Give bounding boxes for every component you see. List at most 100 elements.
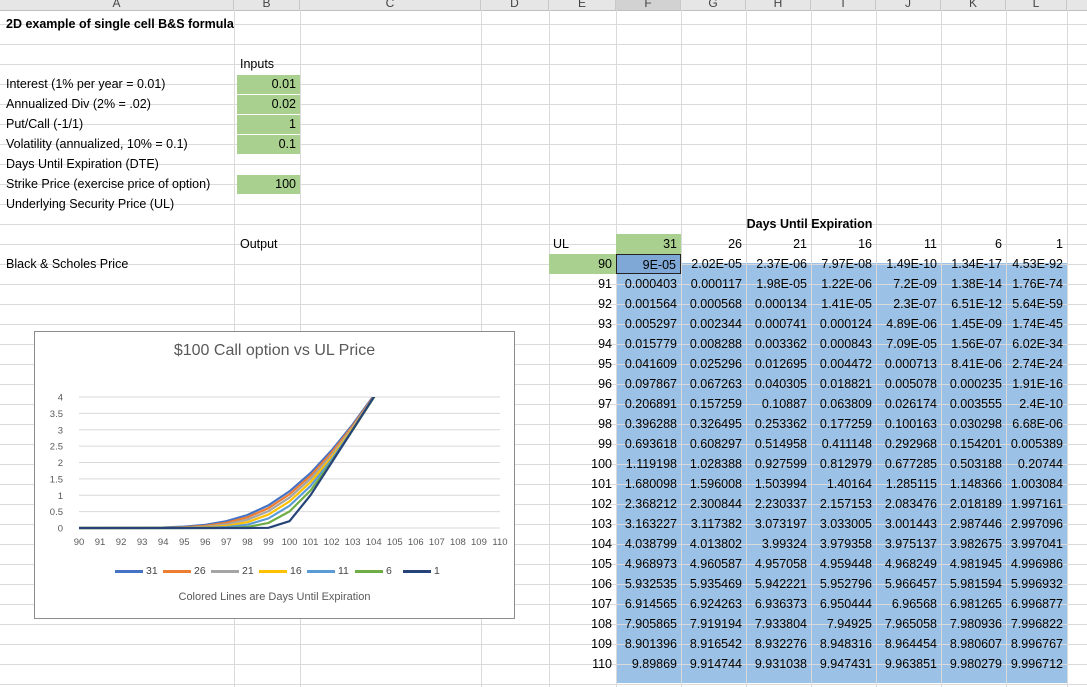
option-price-cell[interactable]: 0.003362: [746, 334, 811, 354]
ul-price-cell[interactable]: 103: [549, 514, 616, 534]
option-price-cell[interactable]: 4.960587: [681, 554, 746, 574]
option-price-cell[interactable]: 0.001564: [616, 294, 681, 314]
column-header-d[interactable]: D: [481, 0, 549, 10]
option-price-cell[interactable]: 3.001443: [876, 514, 941, 534]
ul-price-cell[interactable]: 98: [549, 414, 616, 434]
option-price-cell[interactable]: 7.919194: [681, 614, 746, 634]
option-price-cell[interactable]: 0.000403: [616, 274, 681, 294]
option-price-cell[interactable]: 1.76E-74: [1006, 274, 1067, 294]
option-price-cell[interactable]: 2.02E-05: [681, 254, 746, 274]
option-price-cell[interactable]: 0.004472: [811, 354, 876, 374]
option-price-cell[interactable]: 2.74E-24: [1006, 354, 1067, 374]
option-price-cell[interactable]: 0.005297: [616, 314, 681, 334]
option-price-cell[interactable]: 0.608297: [681, 434, 746, 454]
dte-header-cell[interactable]: 31: [616, 234, 681, 254]
option-price-cell[interactable]: 1.34E-17: [941, 254, 1006, 274]
column-header-g[interactable]: G: [681, 0, 746, 10]
option-price-cell[interactable]: 6.924263: [681, 594, 746, 614]
option-price-cell[interactable]: 8.948316: [811, 634, 876, 654]
input-value-cell[interactable]: 0.1: [237, 135, 300, 154]
option-price-cell[interactable]: 0.154201: [941, 434, 1006, 454]
option-price-cell[interactable]: 7.905865: [616, 614, 681, 634]
option-price-cell[interactable]: 5.64E-59: [1006, 294, 1067, 314]
option-price-cell[interactable]: 6.936373: [746, 594, 811, 614]
column-header-j[interactable]: J: [876, 0, 941, 10]
option-price-cell[interactable]: 2.300844: [681, 494, 746, 514]
option-price-cell[interactable]: 4.968973: [616, 554, 681, 574]
dte-header-cell[interactable]: 26: [681, 234, 746, 254]
ul-price-cell[interactable]: 107: [549, 594, 616, 614]
sheet-title[interactable]: 2D example of single cell B&S formula: [0, 14, 300, 34]
column-header-a[interactable]: A: [0, 0, 234, 10]
option-price-cell[interactable]: 1.119198: [616, 454, 681, 474]
option-price-cell[interactable]: 0.005389: [1006, 434, 1067, 454]
inputs-header[interactable]: Inputs: [234, 54, 300, 74]
option-price-cell[interactable]: 0.411148: [811, 434, 876, 454]
option-price-cell[interactable]: 8.964454: [876, 634, 941, 654]
option-price-cell[interactable]: 5.981594: [941, 574, 1006, 594]
option-price-cell[interactable]: 0.018821: [811, 374, 876, 394]
option-price-cell[interactable]: 0.326495: [681, 414, 746, 434]
option-price-cell[interactable]: 1.680098: [616, 474, 681, 494]
ul-price-cell[interactable]: 97: [549, 394, 616, 414]
option-price-cell[interactable]: 0.041609: [616, 354, 681, 374]
option-price-cell[interactable]: 1.49E-10: [876, 254, 941, 274]
ul-price-cell[interactable]: 100: [549, 454, 616, 474]
input-label[interactable]: Strike Price (exercise price of option): [0, 174, 234, 194]
option-price-cell[interactable]: 7.94925: [811, 614, 876, 634]
option-price-cell[interactable]: 3.117382: [681, 514, 746, 534]
ul-price-cell[interactable]: 108: [549, 614, 616, 634]
dte-header-cell[interactable]: 11: [876, 234, 941, 254]
option-price-cell[interactable]: 0.000568: [681, 294, 746, 314]
option-price-cell[interactable]: 0.677285: [876, 454, 941, 474]
option-price-cell[interactable]: 6.950444: [811, 594, 876, 614]
option-price-cell[interactable]: 1.028388: [681, 454, 746, 474]
ul-price-cell[interactable]: 110: [549, 654, 616, 674]
input-value-cell[interactable]: 100: [237, 175, 300, 194]
option-price-cell[interactable]: 8.901396: [616, 634, 681, 654]
input-label[interactable]: Put/Call (-1/1): [0, 114, 234, 134]
option-price-cell[interactable]: 0.100163: [876, 414, 941, 434]
option-price-cell[interactable]: 4.959448: [811, 554, 876, 574]
option-price-cell[interactable]: 1.74E-45: [1006, 314, 1067, 334]
ul-price-cell[interactable]: 94: [549, 334, 616, 354]
option-price-cell[interactable]: 8.932276: [746, 634, 811, 654]
option-price-cell[interactable]: 1.285115: [876, 474, 941, 494]
output-header[interactable]: Output: [234, 234, 300, 254]
option-price-cell[interactable]: 9.963851: [876, 654, 941, 674]
option-price-cell[interactable]: 6.96568: [876, 594, 941, 614]
option-price-cell[interactable]: 0.514958: [746, 434, 811, 454]
dte-header-cell[interactable]: 1: [1006, 234, 1067, 254]
column-header-k[interactable]: K: [941, 0, 1006, 10]
column-header-h[interactable]: H: [746, 0, 811, 10]
ul-price-cell[interactable]: 95: [549, 354, 616, 374]
option-price-cell[interactable]: 0.000235: [941, 374, 1006, 394]
option-price-cell[interactable]: 9.996712: [1006, 654, 1067, 674]
ul-header[interactable]: UL: [549, 234, 616, 254]
ul-price-cell[interactable]: 93: [549, 314, 616, 334]
input-label[interactable]: Underlying Security Price (UL): [0, 194, 234, 214]
ul-price-cell[interactable]: 106: [549, 574, 616, 594]
option-price-cell[interactable]: 1.997161: [1006, 494, 1067, 514]
option-price-cell[interactable]: 6.914565: [616, 594, 681, 614]
option-price-cell[interactable]: 5.952796: [811, 574, 876, 594]
option-price-cell[interactable]: 0.025296: [681, 354, 746, 374]
column-header-c[interactable]: C: [300, 0, 481, 10]
input-label[interactable]: Annualized Div (2% = .02): [0, 94, 234, 114]
option-price-cell[interactable]: 5.996932: [1006, 574, 1067, 594]
ul-price-cell[interactable]: 99: [549, 434, 616, 454]
option-price-cell[interactable]: 9.89869: [616, 654, 681, 674]
option-price-cell[interactable]: 6.68E-06: [1006, 414, 1067, 434]
ul-price-cell[interactable]: 91: [549, 274, 616, 294]
option-price-cell[interactable]: 6.51E-12: [941, 294, 1006, 314]
option-price-cell[interactable]: 0.026174: [876, 394, 941, 414]
option-price-cell[interactable]: 2.987446: [941, 514, 1006, 534]
ul-price-cell[interactable]: 101: [549, 474, 616, 494]
input-label[interactable]: Days Until Expiration (DTE): [0, 154, 234, 174]
dte-header-cell[interactable]: 21: [746, 234, 811, 254]
input-value-cell[interactable]: 1: [237, 115, 300, 134]
input-label[interactable]: Interest (1% per year = 0.01): [0, 74, 234, 94]
column-header-e[interactable]: E: [549, 0, 616, 10]
option-price-cell[interactable]: 9.947431: [811, 654, 876, 674]
option-price-cell[interactable]: 0.177259: [811, 414, 876, 434]
